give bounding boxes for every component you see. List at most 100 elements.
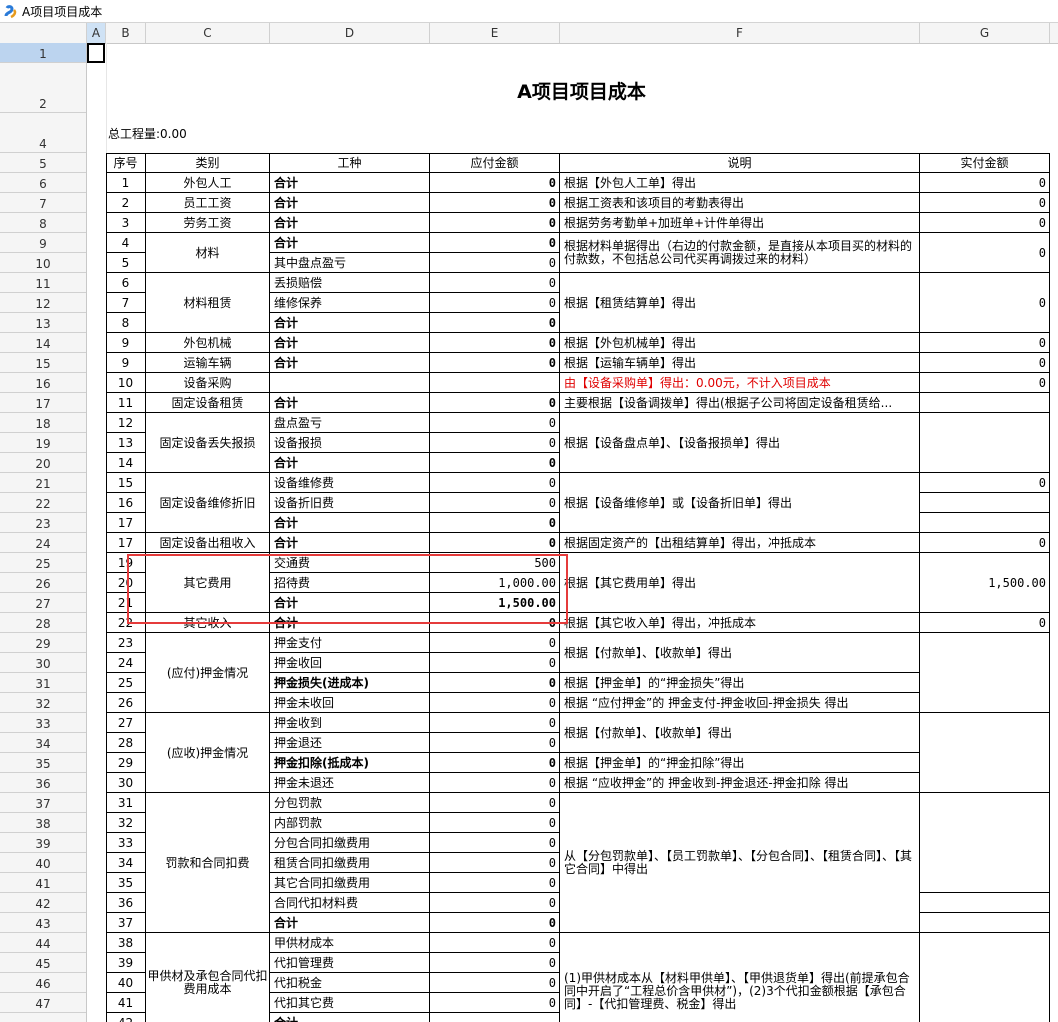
row-actual-amount[interactable]: 0 xyxy=(920,373,1050,393)
row-work-type[interactable]: 合计 xyxy=(270,913,430,933)
row-actual-amount[interactable] xyxy=(920,393,1050,413)
row-no[interactable]: 16 xyxy=(106,493,146,513)
row-header-34[interactable]: 34 xyxy=(0,733,86,753)
row-category[interactable]: 运输车辆 xyxy=(146,353,270,373)
row-header-46[interactable]: 46 xyxy=(0,973,86,993)
row-work-type[interactable] xyxy=(270,373,430,393)
row-work-type[interactable]: 代扣税金 xyxy=(270,973,430,993)
row-category[interactable]: 其它费用 xyxy=(146,553,270,613)
row-actual-amount[interactable] xyxy=(920,913,1050,933)
row-actual-amount[interactable] xyxy=(920,413,1050,473)
row-header-47[interactable]: 47 xyxy=(0,993,86,1013)
row-payable-amount[interactable]: 0 xyxy=(430,193,560,213)
row-category[interactable]: (应付)押金情况 xyxy=(146,633,270,713)
row-no[interactable]: 31 xyxy=(106,793,146,813)
row-header-18[interactable]: 18 xyxy=(0,413,86,433)
row-payable-amount[interactable]: 0 xyxy=(430,273,560,293)
row-payable-amount[interactable]: 0 xyxy=(430,693,560,713)
row-payable-amount[interactable]: 0 xyxy=(430,973,560,993)
row-description[interactable]: 根据【其它费用单】得出 xyxy=(560,553,920,613)
corner-select-all[interactable] xyxy=(0,23,87,43)
row-no[interactable]: 36 xyxy=(106,893,146,913)
row-header-20[interactable]: 20 xyxy=(0,453,86,473)
row-header-13[interactable]: 13 xyxy=(0,313,86,333)
row-work-type[interactable]: 内部罚款 xyxy=(270,813,430,833)
row-work-type[interactable]: 合计 xyxy=(270,1013,430,1022)
row-payable-amount[interactable]: 0 xyxy=(430,953,560,973)
row-category[interactable]: 外包人工 xyxy=(146,173,270,193)
row-category[interactable]: 材料 xyxy=(146,233,270,273)
row-description[interactable]: 根据【设备维修单】或【设备折旧单】得出 xyxy=(560,473,920,533)
row-work-type[interactable]: 维修保养 xyxy=(270,293,430,313)
row-header-16[interactable]: 16 xyxy=(0,373,86,393)
row-work-type[interactable]: 合计 xyxy=(270,313,430,333)
row-description[interactable]: 根据劳务考勤单+加班单+计件单得出 xyxy=(560,213,920,233)
row-payable-amount[interactable]: 0 xyxy=(430,473,560,493)
row-actual-amount[interactable]: 0 xyxy=(920,193,1050,213)
row-no[interactable]: 34 xyxy=(106,853,146,873)
row-category[interactable]: 固定设备租赁 xyxy=(146,393,270,413)
column-header-f[interactable]: F xyxy=(560,23,920,43)
row-header-38[interactable]: 38 xyxy=(0,813,86,833)
row-payable-amount[interactable]: 0 xyxy=(430,673,560,693)
header-no[interactable]: 序号 xyxy=(106,153,146,173)
row-payable-amount[interactable]: 0 xyxy=(430,413,560,433)
row-category[interactable]: 员工工资 xyxy=(146,193,270,213)
row-payable-amount[interactable]: 0 xyxy=(430,493,560,513)
row-header-8[interactable]: 8 xyxy=(0,213,86,233)
row-header-27[interactable]: 27 xyxy=(0,593,86,613)
row-header-43[interactable]: 43 xyxy=(0,913,86,933)
row-category[interactable]: (应收)押金情况 xyxy=(146,713,270,793)
column-header-a[interactable]: A xyxy=(87,23,106,43)
header-payable-amount[interactable]: 应付金额 xyxy=(430,153,560,173)
row-description[interactable]: 根据【租赁结算单】得出 xyxy=(560,273,920,333)
row-header-15[interactable]: 15 xyxy=(0,353,86,373)
row-payable-amount[interactable]: 0 xyxy=(430,873,560,893)
row-description[interactable]: 根据【押金单】的“押金扣除”得出 xyxy=(560,753,920,773)
row-payable-amount[interactable]: 0 xyxy=(430,833,560,853)
row-no[interactable]: 17 xyxy=(106,513,146,533)
row-no[interactable]: 9 xyxy=(106,333,146,353)
row-actual-amount[interactable]: 0 xyxy=(920,353,1050,373)
row-work-type[interactable]: 合同代扣材料费 xyxy=(270,893,430,913)
row-no[interactable]: 11 xyxy=(106,393,146,413)
row-payable-amount[interactable]: 0 xyxy=(430,773,560,793)
row-description[interactable]: 根据【其它收入单】得出，冲抵成本 xyxy=(560,613,920,633)
row-actual-amount[interactable]: 0 xyxy=(920,173,1050,193)
row-no[interactable]: 1 xyxy=(106,173,146,193)
row-actual-amount[interactable]: 0 xyxy=(920,213,1050,233)
row-payable-amount[interactable]: 500 xyxy=(430,553,560,573)
row-description[interactable]: 根据 “应付押金”的 押金支付-押金收回-押金损失 得出 xyxy=(560,693,920,713)
row-no[interactable]: 42 xyxy=(106,1013,146,1022)
row-no[interactable]: 41 xyxy=(106,993,146,1013)
row-description[interactable]: 根据材料单据得出（右边的付款金额，是直接从本项目买的材料的付款数，不包括总公司代… xyxy=(560,233,920,273)
row-payable-amount[interactable]: 0 xyxy=(430,233,560,253)
row-description[interactable]: 根据【外包机械单】得出 xyxy=(560,333,920,353)
row-no[interactable]: 9 xyxy=(106,353,146,373)
row-work-type[interactable]: 押金扣除(抵成本) xyxy=(270,753,430,773)
row-header-22[interactable]: 22 xyxy=(0,493,86,513)
row-description[interactable]: 根据【外包人工单】得出 xyxy=(560,173,920,193)
row-no[interactable]: 29 xyxy=(106,753,146,773)
row-no[interactable]: 20 xyxy=(106,573,146,593)
row-no[interactable]: 23 xyxy=(106,633,146,653)
row-header-30[interactable]: 30 xyxy=(0,653,86,673)
row-header-7[interactable]: 7 xyxy=(0,193,86,213)
row-work-type[interactable]: 押金损失(进成本) xyxy=(270,673,430,693)
row-header-29[interactable]: 29 xyxy=(0,633,86,653)
row-work-type[interactable]: 其中盘点盈亏 xyxy=(270,253,430,273)
row-no[interactable]: 37 xyxy=(106,913,146,933)
row-payable-amount[interactable]: 0 xyxy=(430,993,560,1013)
row-no[interactable]: 5 xyxy=(106,253,146,273)
row-actual-amount[interactable]: 0 xyxy=(920,613,1050,633)
row-work-type[interactable]: 分包合同扣缴费用 xyxy=(270,833,430,853)
row-no[interactable]: 39 xyxy=(106,953,146,973)
row-work-type[interactable]: 合计 xyxy=(270,393,430,413)
row-work-type[interactable]: 押金退还 xyxy=(270,733,430,753)
row-header-39[interactable]: 39 xyxy=(0,833,86,853)
row-payable-amount[interactable]: 0 xyxy=(430,733,560,753)
row-no[interactable]: 35 xyxy=(106,873,146,893)
row-payable-amount[interactable]: 0 xyxy=(430,793,560,813)
row-payable-amount[interactable]: 0 xyxy=(430,313,560,333)
row-header-5[interactable]: 5 xyxy=(0,153,86,173)
